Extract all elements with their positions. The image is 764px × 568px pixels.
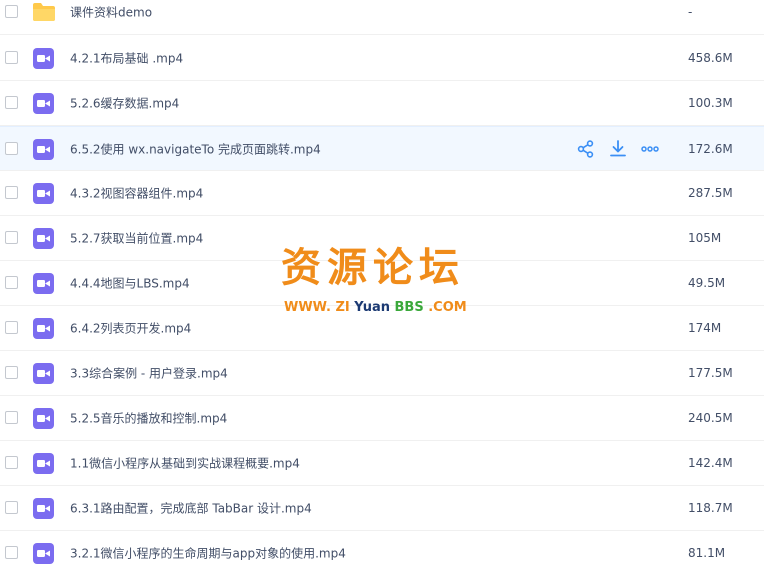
- list-item[interactable]: 5.2.6缓存数据.mp4 100.3M: [0, 81, 764, 126]
- row-checkbox[interactable]: [5, 141, 18, 155]
- file-name[interactable]: 课件资料demo: [70, 4, 152, 21]
- file-name[interactable]: 3.3综合案例 - 用户登录.mp4: [70, 365, 228, 382]
- list-item[interactable]: 4.2.1布局基础 .mp4 458.6M: [0, 36, 764, 81]
- file-name[interactable]: 5.2.5音乐的播放和控制.mp4: [70, 410, 227, 427]
- file-size: 287.5M: [688, 186, 733, 200]
- row-checkbox[interactable]: [5, 276, 18, 289]
- video-file-icon: [33, 48, 54, 69]
- list-item[interactable]: 5.2.5音乐的播放和控制.mp4 240.5M: [0, 396, 764, 441]
- more-icon[interactable]: [640, 139, 660, 159]
- list-item[interactable]: 6.3.1路由配置，完成底部 TabBar 设计.mp4 118.7M: [0, 486, 764, 531]
- video-file-icon: [33, 138, 54, 160]
- file-size: 172.6M: [688, 141, 733, 156]
- file-name[interactable]: 6.4.2列表页开发.mp4: [70, 320, 191, 337]
- watermark: 资源论坛 WWW. ZI Yuan BBS .COM: [281, 244, 491, 324]
- list-item[interactable]: 4.3.2视图容器组件.mp4 287.5M: [0, 171, 764, 216]
- file-size: 100.3M: [688, 96, 733, 110]
- video-file-icon: [33, 453, 54, 474]
- row-checkbox[interactable]: [5, 456, 18, 469]
- file-name[interactable]: 6.3.1路由配置，完成底部 TabBar 设计.mp4: [70, 500, 312, 517]
- file-name[interactable]: 6.5.2使用 wx.navigateTo 完成页面跳转.mp4: [70, 140, 321, 157]
- row-checkbox[interactable]: [5, 51, 18, 64]
- list-item[interactable]: 1.1微信小程序从基础到实战课程概要.mp4 142.4M: [0, 441, 764, 486]
- file-name[interactable]: 3.2.1微信小程序的生命周期与app对象的使用.mp4: [70, 545, 346, 562]
- video-file-icon: [33, 183, 54, 204]
- share-icon[interactable]: [576, 139, 596, 159]
- watermark-url-bbs: BBS: [394, 300, 424, 315]
- watermark-url-yuan: Yuan: [354, 300, 390, 315]
- video-file-icon: [33, 228, 54, 249]
- video-file-icon: [33, 363, 54, 384]
- video-file-icon: [33, 408, 54, 429]
- row-checkbox[interactable]: [5, 321, 18, 334]
- watermark-url: WWW. ZI Yuan BBS .COM: [284, 300, 467, 316]
- file-list: 课件资料demo - 4.2.1布局基础 .mp4 458.6M 5.2.6缓存…: [0, 0, 764, 568]
- file-size: 240.5M: [688, 411, 733, 425]
- folder-icon: [32, 2, 56, 22]
- file-name[interactable]: 4.2.1布局基础 .mp4: [70, 50, 183, 67]
- video-file-icon: [33, 498, 54, 519]
- row-checkbox[interactable]: [5, 96, 18, 109]
- file-size: 118.7M: [688, 501, 733, 515]
- file-name[interactable]: 4.4.4地图与LBS.mp4: [70, 275, 190, 292]
- row-checkbox[interactable]: [5, 411, 18, 424]
- row-checkbox[interactable]: [5, 366, 18, 379]
- file-size: 458.6M: [688, 51, 733, 65]
- file-name[interactable]: 1.1微信小程序从基础到实战课程概要.mp4: [70, 455, 300, 472]
- download-icon[interactable]: [608, 139, 628, 159]
- file-name[interactable]: 4.3.2视图容器组件.mp4: [70, 185, 203, 202]
- watermark-url-prefix: WWW.: [284, 300, 331, 315]
- list-item[interactable]: 3.2.1微信小程序的生命周期与app对象的使用.mp4 81.1M: [0, 531, 764, 568]
- file-size: 177.5M: [688, 366, 733, 380]
- row-checkbox[interactable]: [5, 186, 18, 199]
- watermark-title: 资源论坛: [281, 245, 465, 291]
- list-item-folder[interactable]: 课件资料demo -: [0, 0, 764, 35]
- file-size: 105M: [688, 231, 722, 245]
- file-name[interactable]: 5.2.6缓存数据.mp4: [70, 95, 179, 112]
- row-checkbox[interactable]: [5, 231, 18, 244]
- video-file-icon: [33, 543, 54, 564]
- file-size: 49.5M: [688, 276, 726, 290]
- video-file-icon: [33, 273, 54, 294]
- file-size: 81.1M: [688, 546, 726, 560]
- watermark-url-suffix: .COM: [428, 300, 467, 315]
- video-file-icon: [33, 93, 54, 114]
- watermark-url-zi: ZI: [335, 300, 350, 315]
- file-size: 142.4M: [688, 456, 733, 470]
- row-checkbox[interactable]: [5, 546, 18, 559]
- file-size: 174M: [688, 321, 722, 335]
- row-checkbox[interactable]: [5, 5, 18, 18]
- row-checkbox[interactable]: [5, 501, 18, 514]
- list-item-hovered[interactable]: 6.5.2使用 wx.navigateTo 完成页面跳转.mp4 172.6M: [0, 126, 764, 171]
- video-file-icon: [33, 318, 54, 339]
- list-item[interactable]: 3.3综合案例 - 用户登录.mp4 177.5M: [0, 351, 764, 396]
- file-name[interactable]: 5.2.7获取当前位置.mp4: [70, 230, 203, 247]
- file-size: -: [688, 5, 693, 19]
